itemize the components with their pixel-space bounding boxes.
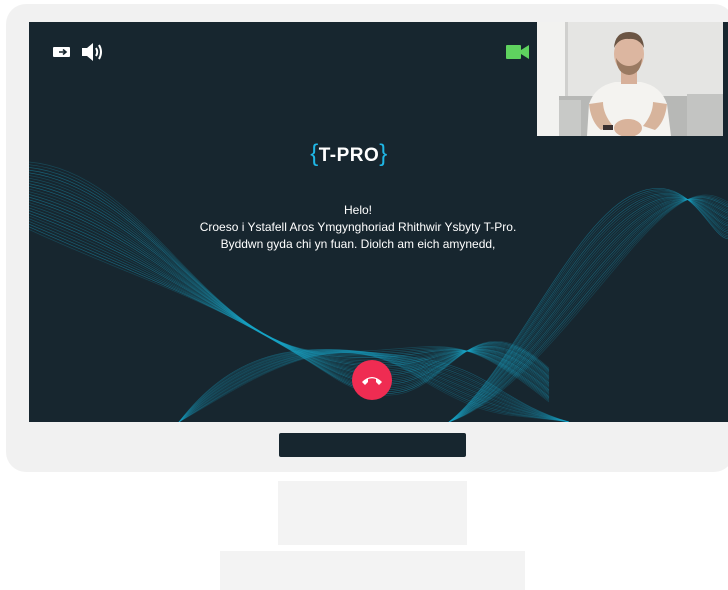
greeting-text: Helo! <box>343 203 372 217</box>
monitor-chin-bar <box>279 433 466 457</box>
logo-close-brace: } <box>379 140 388 167</box>
exit-door-icon[interactable] <box>53 46 71 58</box>
self-view-video <box>537 22 723 136</box>
person-video-image <box>537 22 723 136</box>
waiting-room-message: Helo! Croeso i Ystafell Aros Ymgynghoria… <box>29 202 687 253</box>
welcome-text: Croeso i Ystafell Aros Ymgynghoriad Rhit… <box>199 220 517 234</box>
monitor-stand-base <box>220 551 525 590</box>
logo-open-brace: { <box>310 140 319 167</box>
monitor-stand-neck <box>278 481 467 545</box>
logo-text: T-PRO <box>318 145 380 166</box>
video-call-screen: {T-PRO} Helo! Croeso i Ystafell Aros Ymg… <box>29 22 728 422</box>
top-left-controls <box>53 41 105 63</box>
hangup-button[interactable] <box>352 360 392 400</box>
t-pro-logo: {T-PRO} <box>29 140 669 168</box>
wave-line <box>29 161 550 403</box>
speaker-volume-icon[interactable] <box>81 41 105 63</box>
video-camera-icon[interactable] <box>506 44 530 60</box>
patience-text: Byddwn gyda chi yn fuan. Diolch am eich … <box>220 237 496 251</box>
wave-line <box>29 164 550 401</box>
desktop-monitor-mockup: {T-PRO} Helo! Croeso i Ystafell Aros Ymg… <box>0 0 728 590</box>
wave-line <box>29 229 550 396</box>
phone-hangup-icon <box>362 377 382 385</box>
